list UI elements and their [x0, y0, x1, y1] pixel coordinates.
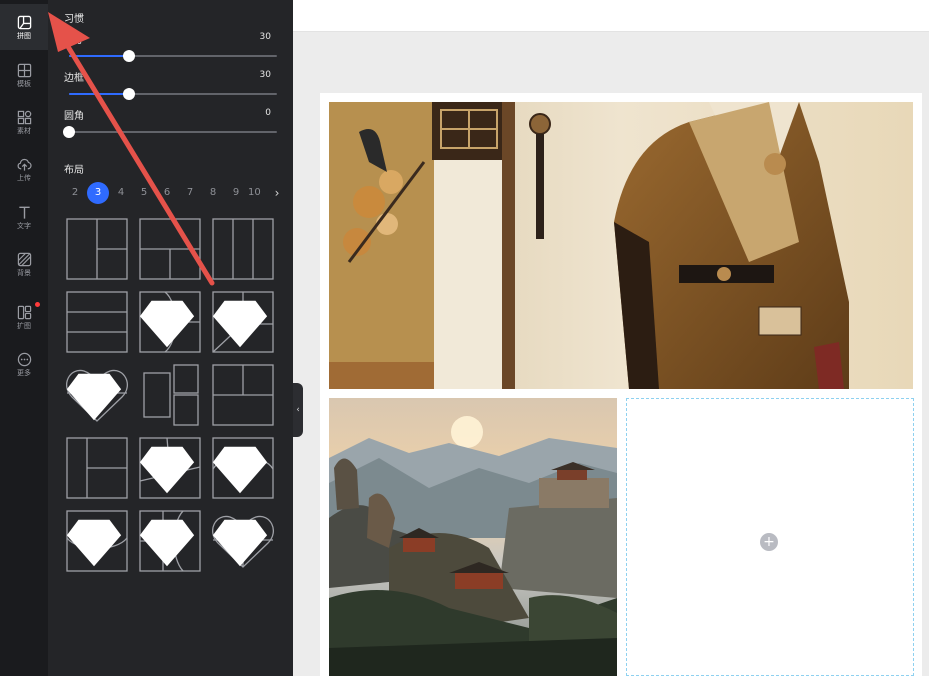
premium-diamond-icon	[66, 373, 122, 421]
size-slider-value: 30	[259, 32, 271, 42]
layout-option[interactable]	[139, 218, 201, 280]
layout-option[interactable]	[212, 437, 274, 499]
layout-option[interactable]	[139, 510, 201, 572]
page-button-9[interactable]: 9	[225, 182, 247, 204]
corner-radius-slider-value: 0	[265, 108, 271, 118]
plus-icon[interactable]: +	[760, 533, 778, 551]
rail-item-more[interactable]: 更多	[0, 341, 48, 387]
border-slider-fill	[69, 93, 130, 95]
premium-diamond-icon	[212, 446, 268, 494]
layout-section-title: 布局	[64, 165, 84, 176]
layout-option[interactable]	[212, 364, 274, 426]
chevron-right-icon[interactable]: ›	[270, 182, 284, 204]
size-slider-fill	[69, 55, 130, 57]
premium-diamond-icon	[66, 519, 122, 567]
size-slider-thumb[interactable]	[123, 50, 136, 62]
rail-label: 上传	[17, 173, 31, 182]
rail-label: 素材	[17, 126, 31, 135]
upload-icon	[17, 158, 32, 171]
layout-page-selector: 2 3 4 5 6 7 8 9 10 ›	[64, 182, 286, 204]
page-button-10[interactable]: 10	[248, 182, 262, 204]
rail-item-text[interactable]: 文字	[0, 194, 48, 240]
template-icon	[17, 63, 31, 77]
premium-diamond-icon	[139, 519, 195, 567]
layout-option[interactable]	[212, 291, 274, 353]
layout-option[interactable]	[66, 364, 128, 426]
rail-item-expand-image[interactable]: 扩图	[0, 294, 48, 340]
collage-photo-landscape[interactable]	[329, 398, 617, 676]
rail-item-materials[interactable]: 素材	[0, 99, 48, 145]
collage-photo-fashion[interactable]	[329, 102, 913, 389]
notification-dot	[35, 302, 40, 307]
rail-item-background[interactable]: 背景	[0, 241, 48, 287]
collage-icon	[17, 15, 31, 29]
icon-rail: 拼图 模板 素材 上传 文字 背景 扩图 更多	[0, 0, 48, 676]
rail-item-collage[interactable]: 拼图	[0, 4, 48, 50]
border-slider[interactable]	[69, 88, 277, 100]
expand-image-icon	[17, 305, 31, 319]
panel-collapse-handle[interactable]: ‹	[293, 383, 303, 437]
habit-section-title: 习惯	[64, 14, 84, 25]
page-button-7[interactable]: 7	[179, 182, 201, 204]
page-button-2[interactable]: 2	[64, 182, 86, 204]
premium-diamond-icon	[139, 446, 195, 494]
text-icon	[18, 206, 30, 219]
more-icon	[17, 352, 31, 366]
border-slider-label: 边框	[64, 73, 84, 84]
page-button-3[interactable]: 3	[87, 182, 109, 204]
rail-item-upload[interactable]: 上传	[0, 146, 48, 192]
layout-option[interactable]	[66, 218, 128, 280]
background-icon	[17, 252, 31, 266]
layout-option[interactable]	[139, 437, 201, 499]
layout-option[interactable]	[139, 364, 201, 426]
corner-radius-slider-thumb[interactable]	[63, 126, 75, 138]
page-button-5[interactable]: 5	[133, 182, 155, 204]
layout-option[interactable]	[66, 437, 128, 499]
corner-radius-slider-label: 圆角	[64, 111, 84, 122]
premium-diamond-icon	[212, 519, 268, 567]
size-slider[interactable]	[69, 50, 277, 62]
premium-diamond-icon	[139, 300, 195, 348]
border-slider-value: 30	[259, 70, 271, 80]
page-button-8[interactable]: 8	[202, 182, 224, 204]
layout-option[interactable]	[66, 510, 128, 572]
rail-label: 背景	[17, 268, 31, 277]
collage-settings-panel: 习惯 尺寸 30 边框 30 圆角 0 布局 2 3 4 5 6 7 8 9 1…	[48, 0, 293, 676]
materials-icon	[17, 110, 31, 124]
rail-label: 模板	[17, 79, 31, 88]
rail-label: 拼图	[17, 31, 31, 40]
rail-label: 更多	[17, 368, 31, 377]
border-slider-thumb[interactable]	[123, 88, 136, 100]
layout-option[interactable]	[212, 218, 274, 280]
size-slider-label: 尺寸	[64, 35, 84, 46]
rail-label: 扩图	[17, 321, 31, 330]
page-button-4[interactable]: 4	[110, 182, 132, 204]
premium-diamond-icon	[212, 300, 268, 348]
layout-option[interactable]	[139, 291, 201, 353]
canvas-top-bar	[293, 0, 929, 32]
layout-option[interactable]	[212, 510, 274, 572]
page-button-6[interactable]: 6	[156, 182, 178, 204]
rail-item-template[interactable]: 模板	[0, 52, 48, 98]
layout-option[interactable]	[66, 291, 128, 353]
rail-label: 文字	[17, 221, 31, 230]
corner-radius-slider[interactable]	[63, 126, 277, 138]
